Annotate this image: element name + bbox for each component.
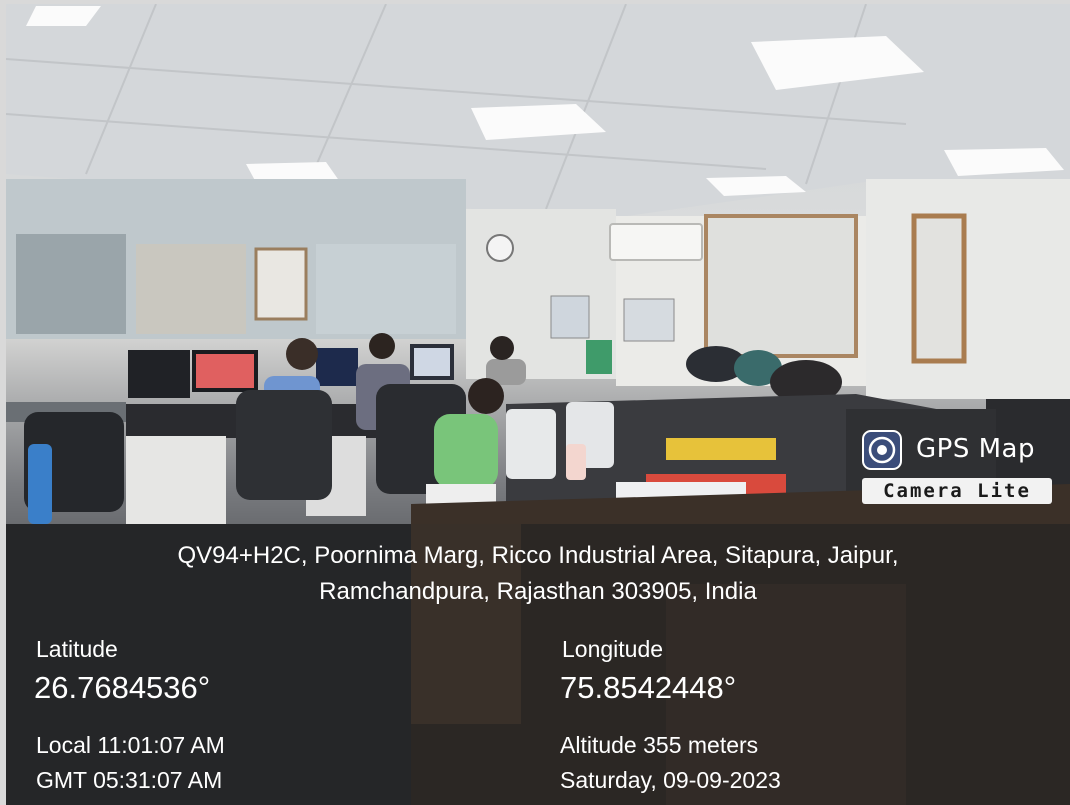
latitude-label: Latitude: [36, 636, 118, 662]
office-lab-photo: GPS Map Camera Lite QV94+H2C, Poornima M…: [6, 4, 1070, 805]
camera-lens-icon: [862, 430, 902, 470]
latitude-value: 26.7684536°: [34, 670, 211, 705]
longitude-label: Longitude: [562, 636, 664, 662]
address-line-1: QV94+H2C, Poornima Marg, Ricco Industria…: [177, 542, 899, 569]
address-line-2: Ramchandpura, Rajasthan 303905, India: [319, 578, 757, 605]
local-time: Local 11:01:07 AM: [36, 732, 225, 758]
brand-subtitle-badge: Camera Lite: [862, 478, 1052, 504]
gps-info-panel: QV94+H2C, Poornima Marg, Ricco Industria…: [6, 524, 1070, 805]
altitude: Altitude 355 meters: [560, 732, 759, 758]
gmt-time: GMT 05:31:07 AM: [36, 767, 223, 793]
longitude-value: 75.8542448°: [560, 670, 737, 705]
address-block: QV94+H2C, Poornima Marg, Ricco Industria…: [6, 538, 1070, 610]
photo-frame: GPS Map Camera Lite QV94+H2C, Poornima M…: [0, 0, 1070, 805]
gps-map-camera-watermark: GPS Map Camera Lite: [854, 424, 1066, 514]
brand-title: GPS Map: [916, 434, 1035, 464]
capture-date: Saturday, 09-09-2023: [560, 767, 781, 793]
